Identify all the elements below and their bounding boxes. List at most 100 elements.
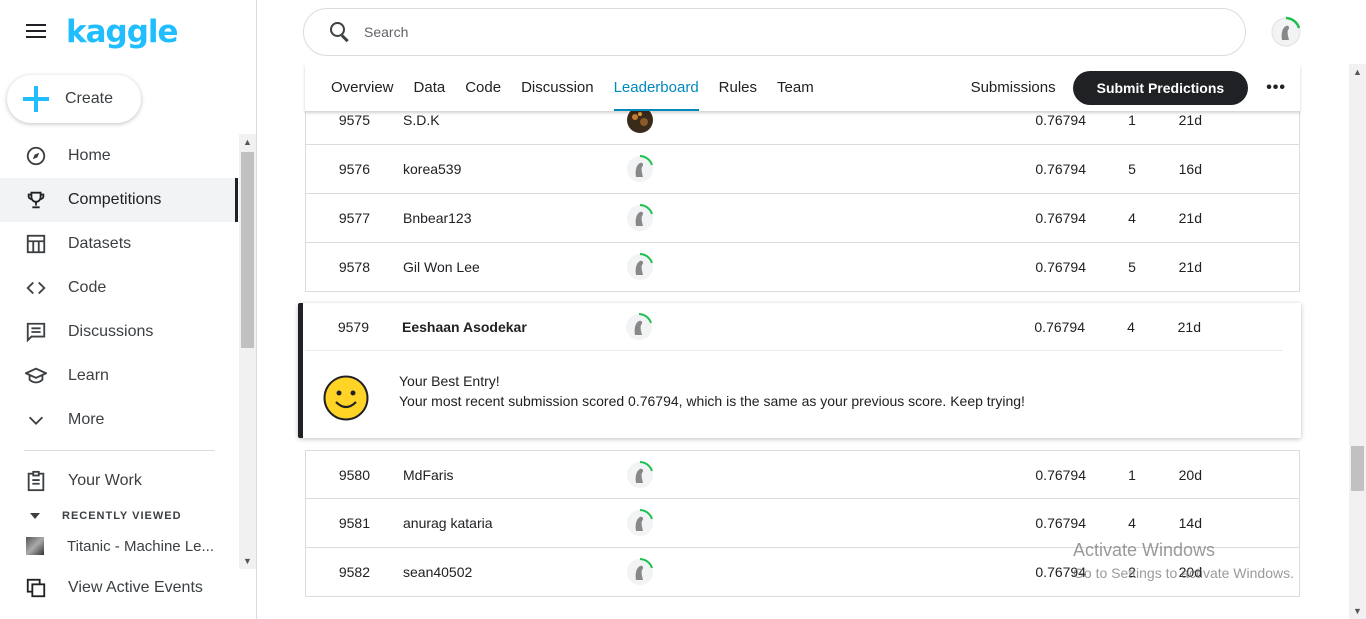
entries-cell: 4 — [1128, 515, 1136, 531]
team-name-cell[interactable]: sean40502 — [403, 564, 625, 580]
menu-icon[interactable] — [26, 24, 46, 40]
sidebar-nav: Home Competitions Datasets Code Discussi… — [0, 134, 238, 563]
sidebar-scrollbar-thumb[interactable] — [241, 152, 254, 348]
caret-down-icon — [30, 513, 40, 519]
sidebar-scrollbar[interactable]: ▲ ▼ — [239, 134, 256, 569]
sidebar-item-learn[interactable]: Learn — [0, 354, 238, 398]
table-row: 9580 MdFaris 0.76794 1 20d — [305, 450, 1300, 499]
score-cell: 0.76794 — [1034, 318, 1085, 335]
rank-cell: 9578 — [338, 259, 370, 275]
table-row: 9576 korea539 0.76794 5 16d — [305, 145, 1300, 194]
recent-item-label: Titanic - Machine Le... — [67, 537, 215, 555]
recently-viewed-header[interactable]: RECENTLY VIEWED — [0, 503, 238, 529]
page-scrollbar[interactable]: ▲ ▼ — [1349, 64, 1366, 619]
competition-tabs: Overview Data Code Discussion Leaderboar… — [305, 64, 1300, 111]
team-name-cell[interactable]: MdFaris — [403, 467, 625, 483]
best-entry-title: Your Best Entry! — [399, 373, 500, 389]
recent-item[interactable]: Titanic - Machine Le... — [0, 529, 238, 563]
rank-cell: 9581 — [338, 515, 370, 531]
sidebar-item-label: Learn — [68, 367, 109, 384]
sidebar-item-discussions[interactable]: Discussions — [0, 310, 238, 354]
last-cell: 21d — [1177, 318, 1201, 335]
competition-thumbnail — [26, 537, 44, 555]
tab-rules[interactable]: Rules — [719, 64, 757, 111]
team-avatar[interactable] — [625, 252, 655, 282]
user-avatar[interactable] — [1270, 16, 1302, 48]
last-cell: 21d — [1178, 210, 1202, 226]
team-name-cell[interactable]: Bnbear123 — [403, 210, 625, 226]
scroll-up-arrow[interactable]: ▲ — [243, 137, 252, 147]
table-row: 9582 sean40502 0.76794 2 20d — [305, 548, 1300, 597]
tab-data[interactable]: Data — [414, 64, 446, 111]
table-row: 9581 anurag kataria 0.76794 4 14d — [305, 499, 1300, 548]
team-name-cell[interactable]: Gil Won Lee — [403, 259, 625, 275]
create-button[interactable]: Create — [7, 75, 141, 123]
sidebar-item-label: Home — [68, 147, 111, 164]
sidebar-item-label: Your Work — [68, 472, 142, 489]
entries-cell: 2 — [1128, 564, 1136, 580]
last-cell: 20d — [1178, 564, 1202, 580]
plus-icon — [23, 86, 49, 112]
tab-leaderboard[interactable]: Leaderboard — [613, 64, 699, 111]
sidebar-item-code[interactable]: Code — [0, 266, 238, 310]
create-label: Create — [65, 90, 114, 107]
sidebar-item-label: Datasets — [68, 235, 132, 252]
scroll-down-arrow[interactable]: ▼ — [243, 556, 252, 566]
page-scrollbar-thumb[interactable] — [1351, 446, 1364, 491]
submissions-link[interactable]: Submissions — [971, 79, 1056, 96]
sidebar-item-home[interactable]: Home — [0, 134, 238, 178]
score-cell: 0.76794 — [1035, 259, 1086, 275]
sidebar-item-competitions[interactable]: Competitions — [0, 178, 238, 222]
team-avatar[interactable] — [625, 557, 655, 587]
recently-viewed-label: RECENTLY VIEWED — [62, 510, 182, 522]
view-active-events[interactable]: View Active Events — [0, 574, 203, 602]
search-input[interactable] — [364, 24, 1224, 40]
best-entry-card: 9579 Eeshaan Asodekar 0.76794 4 21d Your… — [298, 303, 1301, 438]
search-bar[interactable] — [303, 8, 1246, 56]
entries-cell: 4 — [1128, 210, 1136, 226]
search-icon — [328, 20, 352, 44]
team-name-cell[interactable]: S.D.K — [403, 112, 625, 128]
rank-cell: 9582 — [338, 564, 370, 580]
tab-code[interactable]: Code — [465, 64, 501, 111]
kaggle-logo[interactable]: kaggle — [66, 14, 179, 50]
sidebar-item-datasets[interactable]: Datasets — [0, 222, 238, 266]
sidebar-item-label: Code — [68, 279, 107, 296]
sidebar-item-your-work[interactable]: Your Work — [0, 459, 238, 503]
team-avatar[interactable] — [625, 508, 655, 538]
clipboard-icon — [24, 469, 48, 493]
sidebar-divider — [24, 450, 215, 451]
team-name-cell[interactable]: Eeshaan Asodekar — [402, 319, 624, 335]
trophy-icon — [24, 188, 48, 212]
tab-overview[interactable]: Overview — [331, 64, 394, 111]
leaderboard-table: 9575 S.D.K 0.76794 1 21d 9576 korea539 0… — [305, 96, 1300, 292]
chevron-down-icon — [24, 408, 48, 432]
table-row: 9577 Bnbear123 0.76794 4 21d — [305, 194, 1300, 243]
tab-team[interactable]: Team — [777, 64, 814, 111]
team-avatar[interactable] — [625, 154, 655, 184]
sidebar-item-label: Discussions — [68, 323, 154, 340]
entries-cell: 4 — [1127, 318, 1135, 335]
school-icon — [24, 364, 48, 388]
team-name-cell[interactable]: anurag kataria — [403, 515, 625, 531]
sidebar-item-more[interactable]: More — [0, 398, 238, 442]
scroll-down-arrow[interactable]: ▼ — [1353, 606, 1362, 616]
compass-icon — [24, 144, 48, 168]
submit-predictions-button[interactable]: Submit Predictions — [1072, 70, 1249, 105]
score-cell: 0.76794 — [1035, 210, 1086, 226]
smiley-icon — [323, 375, 369, 421]
team-avatar[interactable] — [625, 460, 655, 490]
entries-cell: 5 — [1128, 259, 1136, 275]
tab-discussion[interactable]: Discussion — [521, 64, 594, 111]
last-cell: 16d — [1178, 161, 1202, 177]
entries-cell: 1 — [1128, 112, 1136, 128]
team-name-cell[interactable]: korea539 — [403, 161, 625, 177]
sidebar-item-label: More — [68, 411, 105, 428]
table-icon — [24, 232, 48, 256]
score-cell: 0.76794 — [1035, 161, 1086, 177]
best-entry-message: Your Best Entry! Your most recent submis… — [323, 373, 1025, 421]
scroll-up-arrow[interactable]: ▲ — [1353, 67, 1362, 77]
team-avatar[interactable] — [625, 203, 655, 233]
team-avatar[interactable] — [624, 312, 654, 342]
more-options-icon[interactable]: ••• — [1266, 79, 1286, 97]
